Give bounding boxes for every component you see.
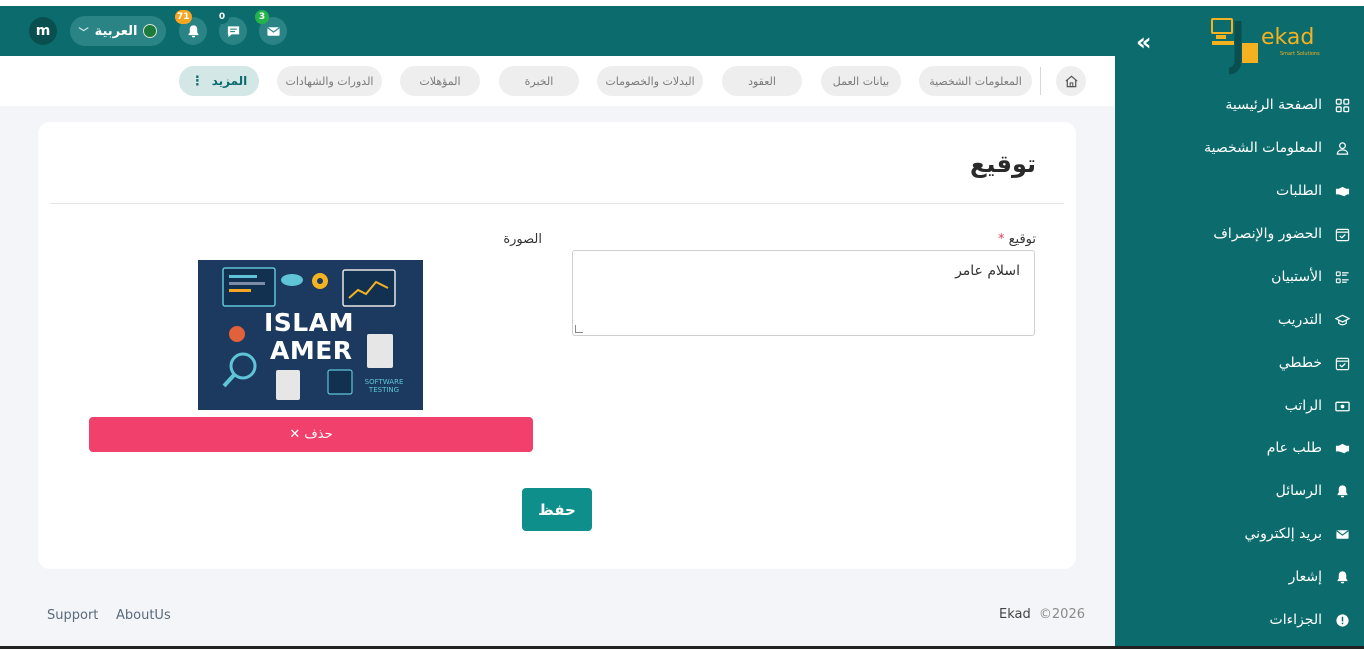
tab-experience[interactable]: الخبرة	[499, 66, 579, 96]
title-divider	[50, 203, 1064, 204]
sidebar-item-requests[interactable]: الطلبات	[1276, 180, 1350, 202]
envelope-icon	[266, 26, 280, 36]
messages-count-badge: 0	[215, 10, 229, 24]
page-title: توقيع	[970, 150, 1036, 178]
section-tabs-bar: ⋮ المزيد الدورات والشهادات المؤهلات الخب…	[0, 56, 1115, 106]
sidebar-item-label: طلب عام	[1266, 440, 1322, 456]
envelope-icon	[1334, 526, 1350, 542]
support-link[interactable]: Support	[47, 608, 98, 623]
sidebar-item-label: بريد إلكتروني	[1244, 526, 1322, 542]
close-icon: ✕	[289, 427, 301, 442]
tab-qualifications[interactable]: المؤهلات	[400, 66, 480, 96]
signature-field-label: * توقيع	[998, 232, 1036, 247]
ekad-logo: ekad Smart Solutions	[1210, 17, 1320, 75]
chat-icon	[227, 25, 239, 37]
sidebar-item-label: خططي	[1278, 355, 1322, 371]
graduation-cap-icon	[1334, 312, 1350, 328]
logo-text: ekad	[1261, 25, 1315, 50]
image-field-label: الصورة	[503, 232, 542, 247]
bell-icon	[1334, 483, 1350, 499]
sidebar-item-label: إشعار	[1288, 569, 1322, 585]
handshake-icon	[1334, 440, 1350, 456]
sidebar-item-label: الطلبات	[1276, 183, 1322, 199]
saudi-flag-icon	[143, 24, 158, 38]
image-caption: SOFTWARE TESTING	[364, 378, 404, 394]
language-selector[interactable]: ﹀ العربية	[70, 16, 166, 46]
sidebar-item-penalties[interactable]: الجزاءات	[1270, 609, 1350, 631]
more-dots-icon: ⋮	[190, 73, 204, 89]
sidebar-item-label: الجزاءات	[1269, 612, 1322, 628]
footer-copyright: Ekad ©2026	[999, 607, 1085, 622]
tab-courses-certificates[interactable]: الدورات والشهادات	[277, 66, 382, 96]
sidebar-item-label: التدريب	[1277, 312, 1322, 328]
alert-icon	[1334, 612, 1350, 628]
sidebar-item-salary[interactable]: الراتب	[1285, 395, 1350, 417]
logo-mark-icon	[1211, 18, 1258, 75]
sidebar-item-general-request[interactable]: طلب عام	[1267, 437, 1350, 459]
tab-personal-info[interactable]: المعلومات الشخصية	[919, 66, 1032, 96]
sidebar-item-label: الحضور والإنصراف	[1213, 226, 1322, 242]
main-content: توقيع * توقيع اسلام عامر الصورة ISLAM AM…	[0, 106, 1115, 649]
signature-card: توقيع * توقيع اسلام عامر الصورة ISLAM AM…	[38, 122, 1076, 569]
delete-label: حذف	[304, 427, 333, 442]
sidebar-item-label: الراتب	[1284, 398, 1322, 414]
money-icon	[1334, 398, 1350, 414]
image-text-line2: AMER	[270, 336, 353, 365]
sidebar-item-attendance[interactable]: الحضور والإنصراف	[1213, 223, 1350, 245]
tabs-divider	[1040, 67, 1041, 95]
sidebar-item-label: الرسائل	[1275, 483, 1322, 499]
tab-more[interactable]: ⋮ المزيد	[179, 66, 259, 96]
signature-image: ISLAM AMER SOFTWARE TESTING	[198, 260, 423, 410]
sidebar-item-my-plans[interactable]: خططي	[1279, 352, 1350, 374]
sidebar: « ekad Smart Solutions الصفحة الرئيسية ا…	[1115, 6, 1364, 649]
top-header: m ﹀ العربية 71 0 3	[0, 6, 1115, 56]
sidebar-item-notification[interactable]: إشعار	[1289, 566, 1350, 588]
list-icon	[1334, 269, 1350, 285]
calendar-check-icon	[1334, 355, 1350, 371]
resize-handle[interactable]	[575, 325, 583, 333]
signature-value: اسلام عامر	[955, 263, 1020, 279]
tab-allowances-deductions[interactable]: البدلات والخصومات	[597, 66, 703, 96]
tab-more-label: المزيد	[211, 74, 248, 88]
footer-year: ©2026	[1038, 607, 1085, 622]
sidebar-item-email[interactable]: بريد إلكتروني	[1245, 523, 1350, 545]
image-text-line1: ISLAM	[264, 308, 354, 337]
bell-icon	[1334, 569, 1350, 585]
required-mark: *	[997, 232, 1005, 247]
sidebar-item-label: الأستبيان	[1271, 269, 1322, 285]
sidebar-item-home[interactable]: الصفحة الرئيسية	[1225, 94, 1350, 116]
tab-work-data[interactable]: بيانات العمل	[821, 66, 901, 96]
logo-subtext: Smart Solutions	[1280, 51, 1320, 57]
mail-button[interactable]: 3	[255, 10, 287, 45]
bell-icon	[188, 24, 198, 37]
collapse-sidebar-icon[interactable]: «	[1136, 28, 1152, 56]
tab-contracts[interactable]: العقود	[722, 66, 802, 96]
about-link[interactable]: AboutUs	[116, 608, 171, 623]
messages-button[interactable]: 0	[215, 10, 247, 45]
sidebar-item-label: المعلومات الشخصية	[1204, 140, 1322, 156]
footer-brand: Ekad	[999, 607, 1031, 622]
language-label: العربية	[94, 23, 138, 39]
user-icon	[1334, 140, 1350, 156]
user-avatar[interactable]: m	[29, 17, 57, 45]
grid-icon	[1334, 97, 1350, 113]
sidebar-item-survey[interactable]: الأستبيان	[1271, 266, 1350, 288]
signature-textarea[interactable]: اسلام عامر	[572, 250, 1035, 336]
notifications-button[interactable]: 71	[175, 10, 207, 45]
sidebar-item-messages[interactable]: الرسائل	[1276, 480, 1350, 502]
sidebar-item-label: الصفحة الرئيسية	[1225, 97, 1322, 113]
signature-label-text: توقيع	[1008, 232, 1036, 247]
sidebar-item-training[interactable]: التدريب	[1278, 309, 1350, 331]
mail-count-badge: 3	[255, 10, 269, 24]
home-icon	[1064, 75, 1078, 87]
notifications-count-badge: 71	[175, 10, 192, 24]
calendar-check-icon	[1334, 226, 1350, 242]
save-button[interactable]: حفظ	[522, 488, 592, 531]
sidebar-item-personal-info[interactable]: المعلومات الشخصية	[1204, 137, 1350, 159]
handshake-icon	[1334, 183, 1350, 199]
home-button[interactable]	[1056, 66, 1086, 96]
delete-image-button[interactable]: ✕ حذف	[89, 417, 533, 452]
chevron-down-icon: ﹀	[78, 27, 89, 39]
